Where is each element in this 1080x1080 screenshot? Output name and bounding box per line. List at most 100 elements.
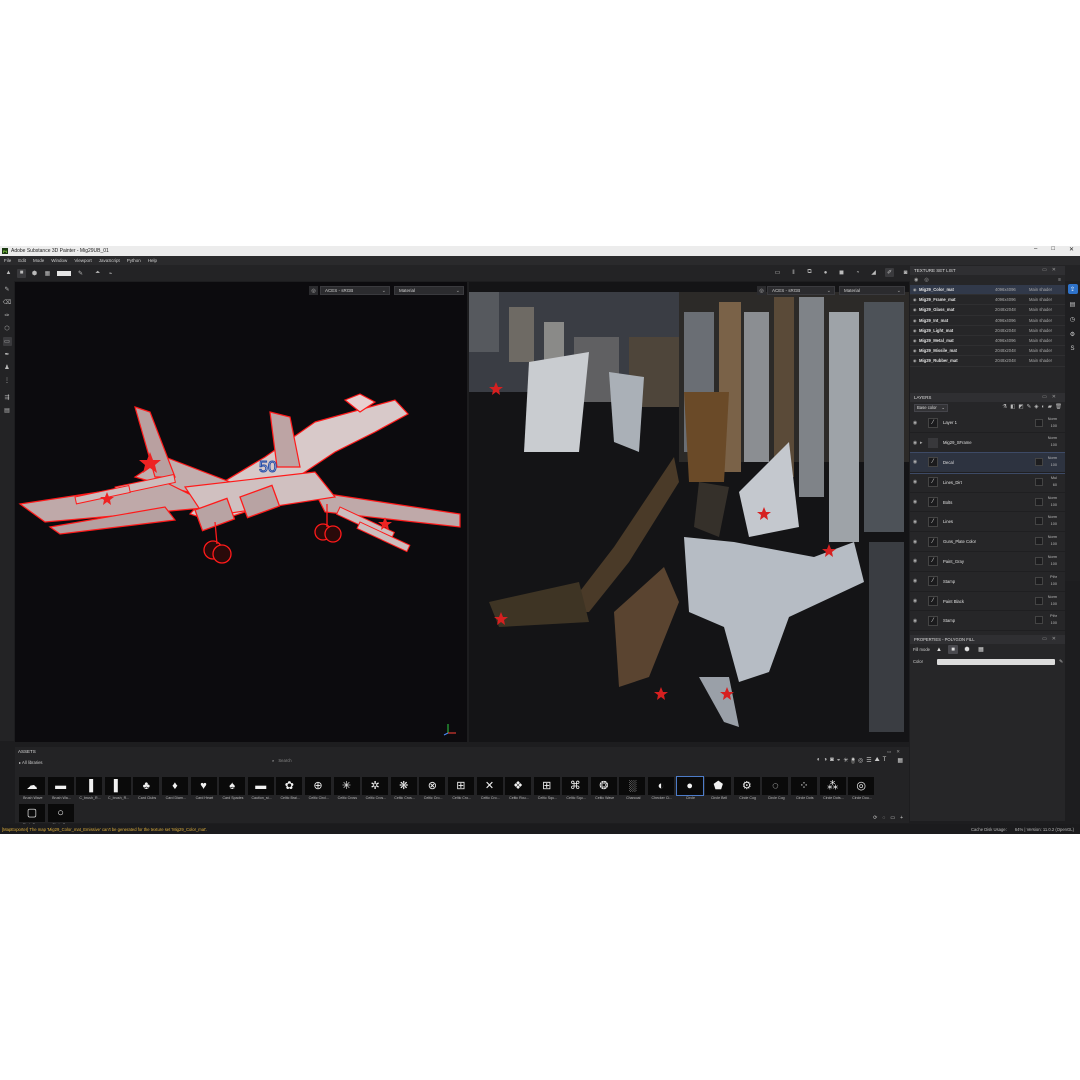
asset-tile[interactable]: ♥ Card Heart xyxy=(190,777,219,803)
filter-filter-icon[interactable]: ☰ xyxy=(866,757,871,764)
layer-blend-mode[interactable]: Norm xyxy=(1048,456,1057,460)
eye-icon[interactable]: ◉ xyxy=(910,479,920,485)
asset-tile[interactable]: ❖ Celtic Rou... xyxy=(505,777,533,803)
eye-icon[interactable]: ◉ xyxy=(910,519,920,525)
panel-controls[interactable]: ▭✕ xyxy=(1042,394,1061,400)
asset-tile[interactable]: ⊕ Celtic Circl... xyxy=(304,777,333,803)
layer-row[interactable]: ◉ ⁄ Paint Black Norm 100 xyxy=(910,592,1065,612)
bake-icon[interactable]: ⇶ xyxy=(3,393,12,402)
layer-row[interactable]: ◉ ⁄ Layer 1 Norm 100 xyxy=(910,414,1065,434)
menu-help[interactable]: Help xyxy=(148,258,157,263)
filter-environment-icon[interactable]: ⛰ xyxy=(875,757,880,764)
layer-opacity[interactable]: 100 xyxy=(1051,602,1057,606)
layer-row[interactable]: ◉ ⁄ Paint_Gray Norm 100 xyxy=(910,552,1065,572)
panel-controls[interactable]: ▭✕ xyxy=(1042,636,1061,642)
visibility-icon[interactable]: ◎ xyxy=(924,277,928,283)
menu-mode[interactable]: Mode xyxy=(33,258,44,263)
object-fill-icon[interactable]: ⬢ xyxy=(30,269,39,278)
filter-material-icon[interactable]: ◐ xyxy=(817,757,821,764)
layer-blend-mode[interactable]: Norm xyxy=(1048,436,1057,440)
layer-mask-thumb[interactable] xyxy=(1035,517,1043,526)
symmetry-icon[interactable]: ⏶ xyxy=(93,269,102,278)
object-fill-icon[interactable]: ⬢ xyxy=(962,645,972,654)
asset-tile[interactable]: ● Circle xyxy=(675,776,705,803)
asset-tile[interactable]: ✿ Celtic Brai... xyxy=(276,777,304,803)
layer-blend-mode[interactable]: Norm xyxy=(1048,535,1057,539)
layer-row[interactable]: ◉ ⁄ Decal Norm 100 xyxy=(910,452,1065,474)
asset-tile[interactable]: ▌ C_brush_R... xyxy=(104,777,133,803)
eye-icon[interactable]: ◉ xyxy=(910,539,920,545)
filter-text-icon[interactable]: T xyxy=(883,757,887,764)
panel-controls[interactable]: ▭✕ xyxy=(887,749,905,755)
square-fill-icon[interactable]: ■ xyxy=(17,268,26,278)
eye-icon[interactable]: ◉ xyxy=(910,420,920,426)
add-icon[interactable]: + xyxy=(900,815,903,821)
asset-tile[interactable]: ✕ Celtic Cro... xyxy=(476,777,505,803)
menu-python[interactable]: Python xyxy=(127,258,141,263)
fill-color-swatch[interactable] xyxy=(937,658,1055,665)
add-fill-icon[interactable]: ◈ xyxy=(1034,404,1038,410)
layer-row[interactable]: ◉ ▸ Mig29_SFrame Norm 100 xyxy=(910,433,1065,454)
eye-icon[interactable]: ◉ xyxy=(910,459,920,465)
eyedropper-icon[interactable]: ✎ xyxy=(1059,659,1063,665)
layer-mask-thumb[interactable] xyxy=(1035,497,1043,506)
layer-mask-thumb[interactable] xyxy=(1035,458,1043,467)
asset-tile[interactable]: ◎ Circle Dou... xyxy=(848,777,876,803)
layer-mask-thumb[interactable] xyxy=(1035,576,1043,585)
layer-opacity[interactable]: 100 xyxy=(1051,542,1057,546)
minimize-button[interactable]: – xyxy=(1034,246,1037,253)
render-icon[interactable]: ▭ xyxy=(773,268,782,277)
asset-tile[interactable]: ▐ C_brush_R... xyxy=(76,777,104,803)
layer-mask-thumb[interactable] xyxy=(1035,537,1043,546)
asset-tile[interactable]: ⬟ Circle Bell xyxy=(705,777,733,803)
asset-tile[interactable]: ⚙ Circle Cog xyxy=(733,777,762,803)
geometry-fill-icon[interactable]: ⬡ xyxy=(3,324,12,333)
menu-window[interactable]: Window xyxy=(51,258,67,263)
layer-opacity[interactable]: 60 xyxy=(1053,483,1057,487)
projection-icon[interactable]: ✑ xyxy=(3,311,12,320)
asset-tile[interactable]: ◌ Circle Cog xyxy=(762,777,790,803)
layer-blend-mode[interactable]: Norm xyxy=(1048,417,1057,421)
asset-tile[interactable]: ▬ Brush Wa... xyxy=(47,777,76,803)
menu-javascript[interactable]: JavaScript xyxy=(99,258,120,263)
asset-tile[interactable]: ❂ Celtic Wave xyxy=(590,777,619,803)
layer-blend-mode[interactable]: Norm xyxy=(1048,515,1057,519)
quad-fill-icon[interactable]: ■ xyxy=(948,645,958,654)
color-swatch[interactable] xyxy=(56,269,72,278)
folder-toggle-icon[interactable]: ▸ xyxy=(920,440,928,446)
asset-tile[interactable]: ⌘ Celtic Squ... xyxy=(562,777,590,803)
viewport-3d[interactable]: ◎ ACES - sRGB ⌄ Material ⌄ 50 xyxy=(15,282,467,742)
layer-row[interactable]: ◉ ⁄ Lines Norm 100 xyxy=(910,512,1065,533)
asset-tile[interactable]: ♠ Card Spades xyxy=(219,777,247,803)
asset-tile[interactable]: ◐ Checker Ci... xyxy=(648,777,676,803)
asset-tile[interactable]: ✲ Celtic Cros... xyxy=(362,777,390,803)
layer-mask-thumb[interactable] xyxy=(1035,477,1043,486)
add-effect-icon[interactable]: ⚗ xyxy=(1002,404,1007,410)
menu-file[interactable]: File xyxy=(4,258,11,263)
folder-icon[interactable]: ▭ xyxy=(890,815,895,821)
layer-mask-thumb[interactable] xyxy=(1035,557,1043,566)
eye-icon[interactable]: ◉ xyxy=(910,578,920,584)
layer-row[interactable]: ◉ ⁄ Lines_Dirt Mul 60 xyxy=(910,473,1065,493)
search-input[interactable]: Search xyxy=(278,758,291,763)
paint-brush-icon[interactable]: ✎ xyxy=(3,285,12,294)
menu-viewport[interactable]: Viewport xyxy=(74,258,91,263)
eyedropper-icon[interactable]: ✎ xyxy=(76,269,85,278)
layer-mask-thumb[interactable] xyxy=(1035,596,1043,605)
asset-tile[interactable]: ⁘ Circle Dots xyxy=(791,777,819,803)
library-dropdown[interactable]: ▸ All libraries xyxy=(19,760,43,765)
layer-opacity[interactable]: 100 xyxy=(1051,503,1057,507)
eye-icon[interactable]: ◉ xyxy=(910,499,920,505)
pause-icon[interactable]: ‖ xyxy=(789,268,798,277)
layer-opacity[interactable]: 100 xyxy=(1051,621,1057,625)
layer-blend-mode[interactable]: Norm xyxy=(1048,555,1057,559)
asset-tile[interactable]: ⊞ Celtic Cro... xyxy=(447,777,476,803)
add-mask-icon[interactable]: ◧ xyxy=(1010,404,1015,410)
texture-set-row[interactable]: ◉ Mig29_Metal_mat 4096x4096 Main shader xyxy=(910,336,1065,347)
camera-icon[interactable]: ⌁ xyxy=(106,269,115,278)
texture-set-dock-icon[interactable]: ⇪ xyxy=(1067,284,1078,294)
asset-tile[interactable]: ⊞ Celtic Squ... xyxy=(533,777,562,803)
grid-view-icon[interactable]: ▦ xyxy=(897,757,903,764)
eye-icon[interactable]: ◉ xyxy=(910,558,920,564)
triangle-fill-icon[interactable]: ▲ xyxy=(934,645,944,654)
